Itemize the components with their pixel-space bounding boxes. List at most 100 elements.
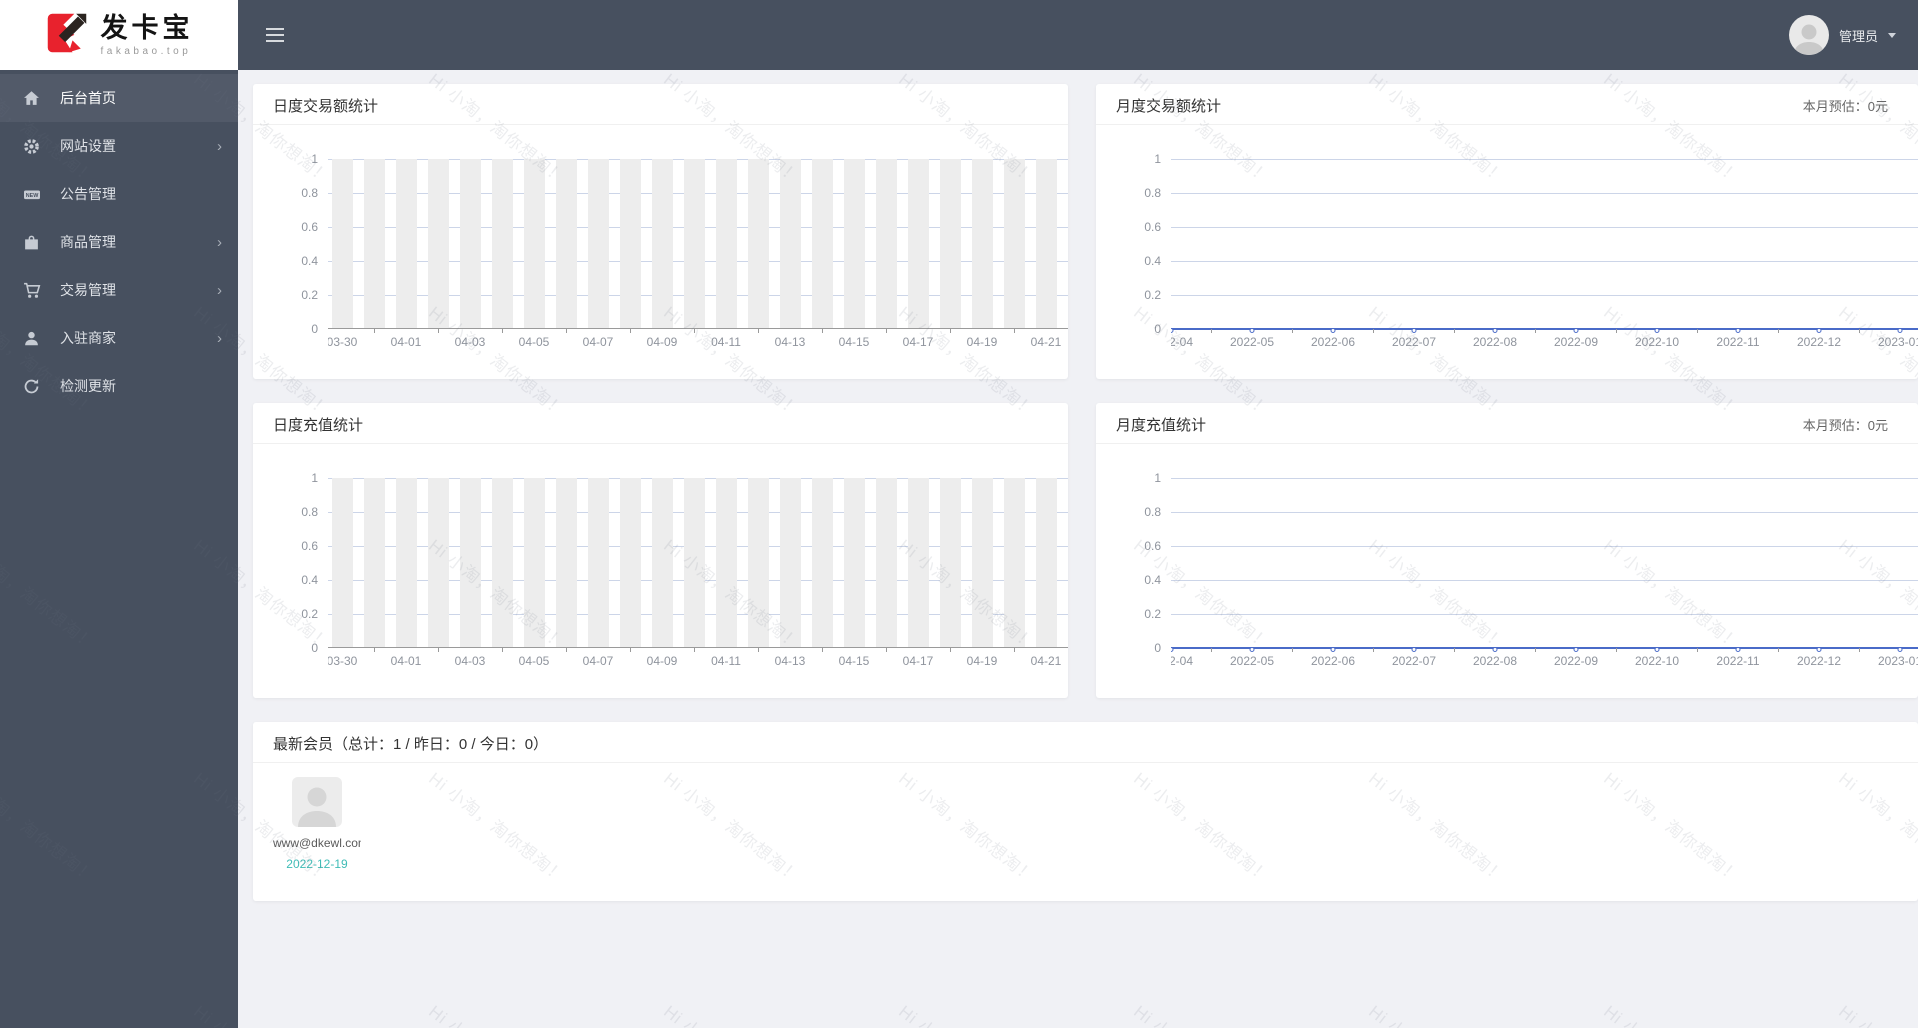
x-axis-labels: 03-30 04-01 04-03 04-05 04-07 04-09 04-11 04-13… [328, 335, 1068, 353]
gridline [1171, 512, 1918, 513]
x-axis-tick [1014, 648, 1015, 652]
gridline [1171, 580, 1918, 581]
brand-domain: fakabao.top [100, 46, 192, 57]
watermark-text: Hi 小淘，淘你想淘！ [660, 998, 808, 1028]
x-axis-label: 2022-12 [1796, 654, 1842, 668]
y-axis-label: 0.8 [1144, 505, 1161, 519]
x-axis-tick [502, 648, 503, 652]
x-axis-label: 04-11 [711, 335, 741, 349]
data-point [1654, 647, 1660, 652]
plot-area: 03-30 04-01 04-03 04-05 04-07 04-09 04-11 04-13… [328, 159, 1068, 353]
data-point [1492, 647, 1498, 652]
x-axis-label: 04-07 [582, 654, 614, 668]
chevron-right-icon: › [217, 233, 222, 251]
x-axis-label: 2022-06 [1310, 654, 1356, 668]
home-icon [23, 90, 43, 107]
panel-title: 日度交易额统计 [273, 97, 379, 115]
data-point [1573, 328, 1579, 333]
gridline [1171, 193, 1918, 194]
x-axis-tick [566, 329, 567, 333]
x-axis-tick [1014, 329, 1015, 333]
x-axis-label: 04-01 [390, 335, 422, 349]
sidebar-item-home[interactable]: 后台首页 [0, 74, 238, 122]
daily-transactions-chart: 1 0.8 0.6 0.4 0.2 0 03-30 04-01 04-03 04-05 04-07 0… [253, 125, 1068, 379]
menu-toggle-button[interactable] [260, 22, 290, 48]
x-axis-tick [886, 648, 887, 652]
y-axis-label: 0.2 [301, 288, 318, 302]
sidebar: 后台首页 网站设置 › NEW 公告管理 商品管理 › 交易管理 › 入驻商家 › 检测更新 [0, 70, 238, 1028]
data-point [1171, 328, 1174, 333]
x-axis-label: 2022-07 [1391, 654, 1437, 668]
data-point [1573, 647, 1579, 652]
sidebar-item-products[interactable]: 商品管理 › [0, 218, 238, 266]
x-axis-label: 2022-07 [1391, 335, 1437, 349]
chart-body: 1 0.8 0.6 0.4 0.2 0 03-30 04-01 04-03 04-05 04-07 0… [273, 471, 1068, 672]
x-axis-label: 2022-12 [1796, 335, 1842, 349]
sidebar-item-site-settings[interactable]: 网站设置 › [0, 122, 238, 170]
gridline [1171, 227, 1918, 228]
y-axis-label: 0.4 [301, 573, 318, 587]
members-title: 最新会员（总计：1 / 昨日：0 / 今日：0） [273, 735, 549, 753]
y-axis-label: 0.8 [1144, 186, 1161, 200]
panel-title: 月度交易额统计 [1116, 97, 1222, 115]
x-axis-label: 04-13 [774, 654, 806, 668]
x-axis-tick [694, 648, 695, 652]
line-series [1171, 328, 1918, 330]
sidebar-item-announcements[interactable]: NEW 公告管理 [0, 170, 238, 218]
x-axis-label: 03-30 [328, 335, 358, 349]
x-axis-tick [630, 329, 631, 333]
y-axis-label: 0.4 [301, 254, 318, 268]
data-point [1492, 328, 1498, 333]
admin-avatar [1788, 15, 1829, 55]
gridline [1171, 261, 1918, 262]
refresh-icon [23, 378, 43, 395]
hamburger-icon [266, 28, 284, 30]
panel-daily-transactions: 日度交易额统计 1 0.8 0.6 0.4 0.2 0 03-30 04-01 04-03 04-… [253, 84, 1068, 379]
sidebar-item-orders[interactable]: 交易管理 › [0, 266, 238, 314]
x-axis-label: 04-19 [966, 335, 998, 349]
sidebar-item-label: 公告管理 [60, 186, 116, 202]
x-axis-labels: 2022-04 2022-05 2022-06 2022-07 2022-08 2022-… [1171, 335, 1918, 353]
topbar: 管理员 [238, 0, 1918, 70]
sidebar-item-label: 商品管理 [60, 234, 116, 250]
bag-icon [23, 234, 43, 251]
x-axis-label: 04-19 [966, 654, 998, 668]
x-axis-label: 04-05 [518, 335, 550, 349]
monthly-transactions-chart: 10.80.60.40.202022-042022-052022-062022-… [1096, 125, 1918, 379]
x-axis-label: 03-30 [328, 654, 358, 668]
bar-series [332, 478, 1068, 647]
caret-down-icon [1888, 32, 1896, 38]
watermark-text: Hi 小淘，淘你想淘！ [895, 998, 1043, 1028]
x-axis-tick [374, 648, 375, 652]
x-axis-tick [438, 648, 439, 652]
x-axis-tick [1373, 648, 1374, 652]
x-axis-tick [566, 648, 567, 652]
member-join-date[interactable]: 2022-12-19 [273, 857, 361, 871]
y-axis-label: 0.2 [1144, 288, 1161, 302]
data-point [1249, 328, 1255, 333]
monthly-estimate: 本月预估：0元 [1802, 98, 1888, 114]
y-axis-label: 1 [311, 152, 318, 166]
data-point [1897, 647, 1903, 652]
y-axis-label: 1 [1154, 471, 1161, 485]
plot-area: 2022-04 2022-05 2022-06 2022-07 2022-08 2022-… [1171, 159, 1918, 353]
x-axis-tick [758, 648, 759, 652]
sidebar-item-merchants[interactable]: 入驻商家 › [0, 314, 238, 362]
chart-body: 10.80.60.40.202022-042022-052022-062022-… [1116, 152, 1918, 353]
admin-menu[interactable]: 管理员 [1788, 15, 1896, 55]
logo[interactable]: 发卡宝 fakabao.top [0, 0, 238, 70]
chart-body: 1 0.8 0.6 0.4 0.2 0 03-30 04-01 04-03 04-05 04-07 0… [273, 152, 1068, 353]
y-axis-label: 0 [1154, 322, 1161, 336]
members-list: www@dkewl.com 2022-12-19 [253, 763, 1918, 901]
sidebar-item-update-check[interactable]: 检测更新 [0, 362, 238, 410]
data-point [1330, 328, 1336, 333]
x-axis-label: 2022-09 [1553, 654, 1599, 668]
x-axis-tick [630, 648, 631, 652]
sidebar-item-label: 入驻商家 [60, 330, 116, 346]
x-axis-label: 04-09 [646, 654, 678, 668]
chevron-right-icon: › [217, 137, 222, 155]
x-axis-label: 2022-08 [1472, 654, 1518, 668]
x-axis-label: 04-15 [838, 335, 870, 349]
plot [328, 159, 1068, 333]
x-axis-tick [822, 648, 823, 652]
